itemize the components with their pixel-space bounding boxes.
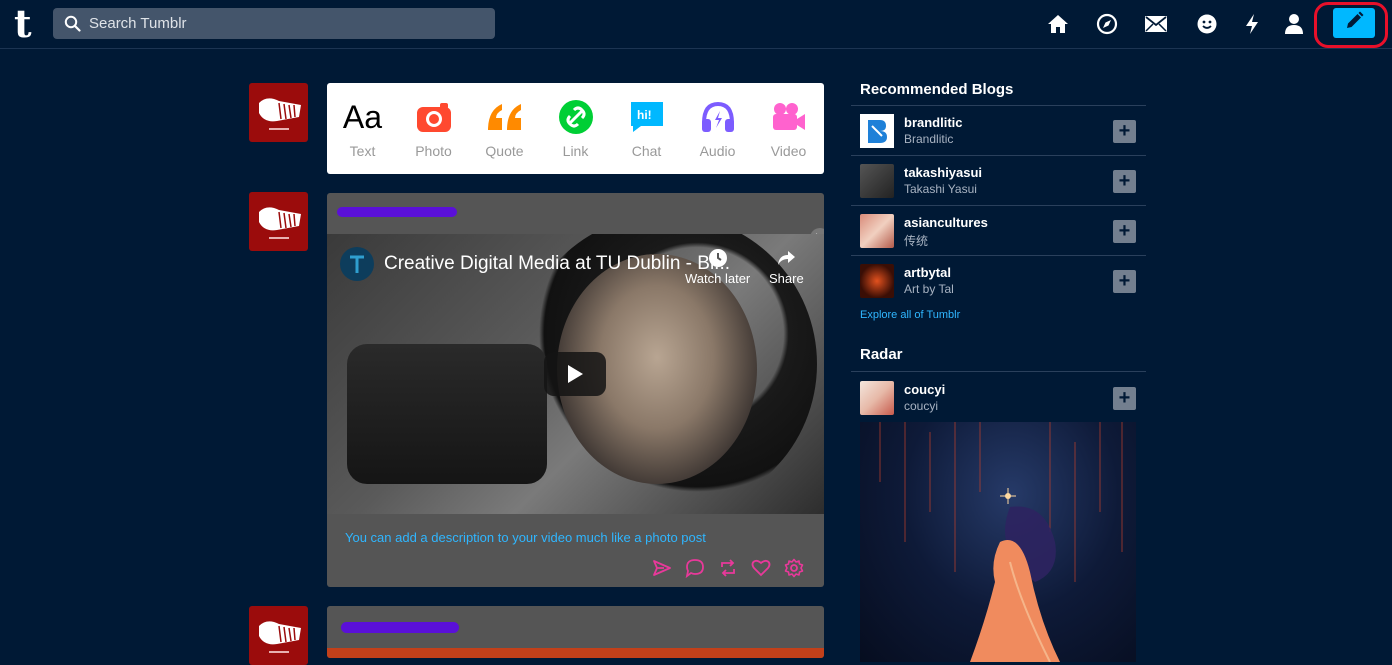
top-navigation-bar: t (0, 0, 1392, 49)
blog-subtitle: Art by Tal (904, 282, 954, 296)
reblog-icon[interactable] (718, 558, 740, 580)
blog-subtitle: Brandlitic (904, 132, 954, 146)
text-icon: Aa (342, 98, 383, 135)
highlight-annotation (1314, 2, 1388, 48)
search-bar[interactable] (53, 8, 495, 39)
text-post-button[interactable]: Aa Text (327, 83, 398, 174)
follow-button[interactable]: + (1113, 170, 1136, 193)
blog-subtitle: coucyi (904, 399, 939, 413)
video-label: Video (770, 143, 807, 159)
like-icon[interactable] (751, 558, 773, 580)
blog-name[interactable]: takashiyasui (904, 165, 982, 180)
quote-post-button[interactable]: Quote (469, 83, 540, 174)
video-thumbnail-camera (347, 344, 547, 484)
recommended-blog-item[interactable]: takashiyasui Takashi Yasui + (851, 156, 1146, 205)
radar-title: Radar (860, 346, 903, 363)
quote-label: Quote (485, 143, 524, 159)
blog-name[interactable]: brandlitic (904, 115, 963, 130)
blog-avatar[interactable] (860, 214, 894, 248)
recommended-blogs-title: Recommended Blogs (860, 81, 1014, 98)
follow-button[interactable]: + (1113, 270, 1136, 293)
channel-logo[interactable] (340, 247, 374, 281)
blog-name[interactable]: asiancultures (904, 215, 988, 230)
video-post-button[interactable]: Video (753, 83, 824, 174)
redacted-username (341, 622, 459, 633)
link-post-button[interactable]: Link (540, 83, 611, 174)
link-icon (558, 97, 593, 137)
account-icon[interactable] (1281, 11, 1307, 37)
blog-subtitle: Takashi Yasui (904, 182, 977, 196)
photo-post-button[interactable]: Photo (398, 83, 469, 174)
radar-blog-item[interactable]: coucyi coucyi + (851, 373, 1146, 422)
follow-button[interactable]: + (1113, 120, 1136, 143)
share-video-button[interactable]: Share (769, 248, 804, 286)
divider (851, 371, 1146, 372)
explore-link[interactable]: Explore all of Tumblr (860, 309, 960, 321)
settings-icon[interactable] (784, 558, 806, 580)
chat-face-icon[interactable] (1194, 11, 1220, 37)
video-post: Creative Digital Media at TU Dublin - Bl… (327, 193, 824, 587)
send-icon[interactable] (652, 558, 674, 580)
activity-icon[interactable] (1239, 11, 1265, 37)
play-icon (568, 365, 583, 383)
redacted-username (337, 207, 457, 217)
next-post (327, 606, 824, 658)
share-label: Share (769, 271, 804, 286)
blog-name[interactable]: coucyi (904, 382, 945, 397)
blog-avatar[interactable] (860, 264, 894, 298)
blog-subtitle: 传统 (904, 234, 929, 248)
post-type-composer: Aa Text Photo Quote Link hi! Chat Audio (327, 83, 824, 174)
tumblr-logo[interactable]: t (14, 5, 42, 43)
audio-post-button[interactable]: Audio (682, 83, 753, 174)
photo-label: Photo (415, 143, 452, 159)
text-label: Text (349, 143, 376, 159)
explore-icon[interactable] (1094, 11, 1120, 37)
post-author-avatar[interactable] (249, 192, 308, 251)
post-author-avatar[interactable] (249, 606, 308, 665)
video-icon (771, 97, 807, 137)
svg-text:hi!: hi! (637, 108, 652, 122)
video-title[interactable]: Creative Digital Media at TU Dublin - Bl… (384, 253, 730, 275)
radar-post-image[interactable] (860, 422, 1136, 662)
follow-button[interactable]: + (1113, 220, 1136, 243)
watch-later-button[interactable]: Watch later (685, 248, 750, 286)
recommended-blog-item[interactable]: asiancultures 传统 + (851, 206, 1146, 255)
mail-icon[interactable] (1143, 11, 1169, 37)
video-player[interactable]: Creative Digital Media at TU Dublin - Bl… (327, 234, 824, 514)
audio-label: Audio (699, 143, 736, 159)
chat-post-button[interactable]: hi! Chat (611, 83, 682, 174)
recommended-blog-item[interactable]: artbytal Art by Tal + (851, 256, 1146, 305)
quote-icon (486, 97, 524, 137)
chat-label: Chat (631, 143, 662, 159)
headphones-icon (700, 97, 736, 137)
user-avatar[interactable] (249, 83, 308, 142)
link-label: Link (562, 143, 589, 159)
blog-avatar[interactable] (860, 381, 894, 415)
blog-name[interactable]: artbytal (904, 265, 951, 280)
search-input[interactable] (89, 8, 489, 39)
search-icon (64, 15, 81, 37)
home-icon[interactable] (1045, 11, 1071, 37)
share-arrow-icon (778, 251, 796, 265)
camera-icon (416, 97, 452, 137)
reply-icon[interactable] (685, 558, 707, 580)
watch-later-label: Watch later (685, 271, 751, 286)
blog-avatar[interactable] (860, 114, 894, 148)
recommended-blog-item[interactable]: brandlitic Brandlitic + (851, 106, 1146, 155)
next-post-media (327, 648, 824, 658)
clock-icon (708, 249, 727, 267)
post-description: You can add a description to your video … (345, 530, 706, 545)
blog-avatar[interactable] (860, 164, 894, 198)
play-button[interactable] (544, 352, 606, 396)
chat-icon: hi! (629, 97, 665, 137)
follow-button[interactable]: + (1113, 387, 1136, 410)
